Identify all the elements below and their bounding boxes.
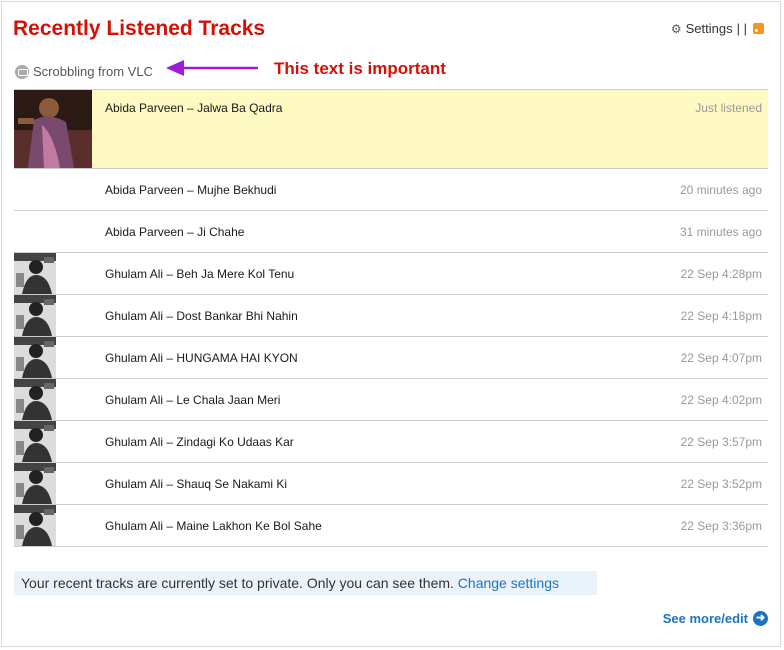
track-time: 22 Sep 4:18pm — [680, 309, 762, 323]
track-row[interactable]: Ghulam Ali – Beh Ja Mere Kol Tenu 22 Sep … — [14, 253, 768, 295]
track-list: Abida Parveen – Jalwa Ba Qadra Just liste… — [14, 89, 768, 547]
track-time: 20 minutes ago — [679, 183, 762, 197]
track-name[interactable]: Ghulam Ali – Le Chala Jaan Meri — [105, 393, 280, 407]
track-name[interactable]: Ghulam Ali – Shauq Se Nakami Ki — [105, 477, 287, 491]
see-more-link[interactable]: See more/edit ➜ — [663, 611, 768, 626]
now-playing-row[interactable]: Abida Parveen – Jalwa Ba Qadra Just liste… — [14, 89, 768, 169]
track-time: 22 Sep 4:07pm — [680, 351, 762, 365]
track-time: 31 minutes ago — [679, 225, 762, 239]
album-art[interactable] — [14, 463, 56, 504]
track-row[interactable]: Ghulam Ali – HUNGAMA HAI KYON 22 Sep 4:07… — [14, 337, 768, 379]
track-row[interactable]: Ghulam Ali – Maine Lakhon Ke Bol Sahe 22 … — [14, 505, 768, 547]
album-art[interactable] — [14, 253, 56, 294]
annotation-arrow — [166, 60, 258, 76]
see-more-label[interactable]: See more/edit — [663, 611, 748, 626]
page-title: Recently Listened Tracks — [13, 17, 266, 40]
track-time: 22 Sep 4:28pm — [680, 267, 762, 281]
scrobbling-label: Scrobbling from VLC — [33, 64, 153, 79]
track-row[interactable]: Ghulam Ali – Dost Bankar Bhi Nahin 22 Sep… — [14, 295, 768, 337]
track-row[interactable]: Ghulam Ali – Zindagi Ko Udaas Kar 22 Sep … — [14, 421, 768, 463]
track-name[interactable]: Abida Parveen – Jalwa Ba Qadra — [105, 101, 282, 115]
gear-icon[interactable]: ⚙ — [671, 22, 682, 36]
track-name[interactable]: Ghulam Ali – HUNGAMA HAI KYON — [105, 351, 298, 365]
rss-icon[interactable] — [753, 23, 764, 34]
track-row[interactable]: Abida Parveen – Ji Chahe 31 minutes ago — [14, 211, 768, 253]
album-art[interactable] — [14, 505, 56, 546]
arrow-right-icon[interactable]: ➜ — [753, 611, 768, 626]
track-name[interactable]: Ghulam Ali – Dost Bankar Bhi Nahin — [105, 309, 298, 323]
album-art[interactable] — [14, 379, 56, 420]
track-time: 22 Sep 3:36pm — [680, 519, 762, 533]
track-time: 22 Sep 3:52pm — [680, 477, 762, 491]
scrobbling-status: Scrobbling from VLC — [15, 64, 153, 79]
album-art[interactable] — [14, 90, 92, 168]
track-row[interactable]: Ghulam Ali – Shauq Se Nakami Ki 22 Sep 3:… — [14, 463, 768, 505]
privacy-notice: Your recent tracks are currently set to … — [14, 571, 597, 595]
album-art[interactable] — [14, 337, 56, 378]
track-name[interactable]: Abida Parveen – Ji Chahe — [105, 225, 244, 239]
track-time: 22 Sep 4:02pm — [680, 393, 762, 407]
track-name[interactable]: Ghulam Ali – Zindagi Ko Udaas Kar — [105, 435, 294, 449]
settings-area: ⚙ Settings | | — [671, 21, 764, 36]
change-settings-link[interactable]: Change settings — [458, 575, 559, 591]
privacy-message: Your recent tracks are currently set to … — [21, 575, 454, 591]
track-time: 22 Sep 3:57pm — [680, 435, 762, 449]
track-name[interactable]: Abida Parveen – Mujhe Bekhudi — [105, 183, 276, 197]
track-row[interactable]: Ghulam Ali – Le Chala Jaan Meri 22 Sep 4:… — [14, 379, 768, 421]
settings-separator: | | — [736, 21, 747, 36]
track-name[interactable]: Ghulam Ali – Beh Ja Mere Kol Tenu — [105, 267, 294, 281]
track-row[interactable]: Abida Parveen – Mujhe Bekhudi 20 minutes … — [14, 169, 768, 211]
annotation-text: This text is important — [274, 59, 446, 78]
settings-link[interactable]: Settings — [686, 21, 733, 36]
album-art[interactable] — [14, 421, 56, 462]
track-time: Just listened — [695, 101, 762, 115]
track-name[interactable]: Ghulam Ali – Maine Lakhon Ke Bol Sahe — [105, 519, 322, 533]
vlc-icon — [15, 64, 29, 79]
album-art[interactable] — [14, 295, 56, 336]
